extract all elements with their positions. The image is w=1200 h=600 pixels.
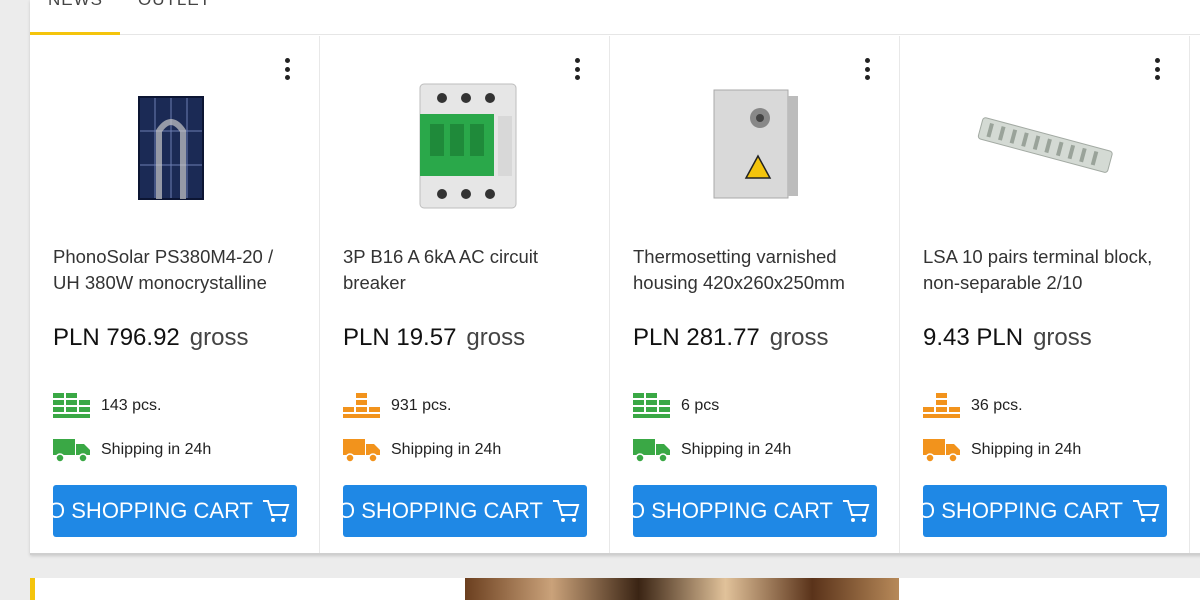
stock-high-icon [633, 393, 670, 418]
product-price: PLN 796.92 gross [53, 324, 248, 352]
tab-outlet[interactable]: OUTLET [138, 0, 211, 10]
add-to-cart-label: ADD TO SHOPPING CART [343, 498, 543, 523]
stock-label: 931 pcs. [391, 397, 452, 414]
shipping-info: Shipping in 24h [633, 436, 791, 464]
shipping-label: Shipping in 24h [391, 441, 502, 458]
product-price: PLN 19.57 gross [343, 324, 525, 352]
shopping-cart-icon [843, 500, 870, 522]
shopping-cart-icon [1133, 500, 1160, 522]
more-options-icon[interactable] [857, 56, 877, 82]
product-title[interactable]: 3P B16 A 6kA AC circuit breaker [343, 244, 593, 296]
stock-info: 6 pcs [633, 392, 719, 420]
more-options-icon[interactable] [1147, 56, 1167, 82]
add-to-cart-label: ADD TO SHOPPING CART [53, 498, 253, 523]
delivery-truck-icon [923, 439, 960, 463]
product-image-solar-panel[interactable] [80, 76, 270, 216]
banner-image[interactable] [465, 578, 899, 600]
stock-info: 931 pcs. [343, 392, 451, 420]
stock-label: 6 pcs [681, 397, 720, 414]
add-to-cart-label: ADD TO SHOPPING CART [633, 498, 833, 523]
tab-news[interactable]: NEWS [48, 0, 103, 10]
stock-info: 36 pcs. [923, 392, 1023, 420]
shopping-cart-icon [553, 500, 580, 522]
add-to-cart-button[interactable]: ADD TO SHOPPING CART [923, 485, 1167, 537]
stock-label: 36 pcs. [971, 397, 1023, 414]
product-image-electrical-housing[interactable] [660, 76, 850, 216]
product-card[interactable]: LSA 10 pairs terminal block, non-separab… [900, 36, 1190, 553]
product-title[interactable]: Thermosetting varnished housing 420x260x… [633, 244, 883, 296]
price-suffix: gross [466, 324, 526, 351]
product-title[interactable]: PhonoSolar PS380M4-20 / UH 380W monocrys… [53, 244, 303, 296]
stock-low-icon [923, 393, 960, 418]
delivery-truck-icon [343, 439, 380, 463]
stock-high-icon [53, 393, 90, 418]
product-card[interactable]: PhonoSolar PS380M4-20 / UH 380W monocrys… [30, 36, 320, 553]
product-price: 9.43 PLN gross [923, 324, 1092, 352]
shipping-label: Shipping in 24h [971, 441, 1082, 458]
shipping-label: Shipping in 24h [101, 441, 212, 458]
price-value: 9.43 PLN [923, 324, 1024, 351]
delivery-truck-icon [53, 439, 90, 463]
add-to-cart-button[interactable]: ADD TO SHOPPING CART [343, 485, 587, 537]
add-to-cart-button[interactable]: ADD TO SHOPPING CART [633, 485, 877, 537]
add-to-cart-label: ADD TO SHOPPING CART [923, 498, 1123, 523]
stock-info: 143 pcs. [53, 392, 161, 420]
price-value: PLN 796.92 [53, 324, 180, 351]
shipping-info: Shipping in 24h [53, 436, 211, 464]
price-suffix: gross [1033, 324, 1092, 351]
price-suffix: gross [189, 324, 249, 351]
product-image-terminal-block[interactable] [950, 76, 1140, 216]
product-price: PLN 281.77 gross [633, 324, 828, 352]
product-carousel-panel: NEWS OUTLET PhonoSolar PS380M4-20 / UH 3… [30, 0, 1200, 555]
product-card[interactable]: 3P B16 A 6kA AC circuit breaker PLN 19.5… [320, 36, 610, 553]
price-suffix: gross [769, 324, 829, 351]
stock-label: 143 pcs. [101, 397, 162, 414]
more-options-icon[interactable] [567, 56, 587, 82]
product-card[interactable]: Thermosetting varnished housing 420x260x… [610, 36, 900, 553]
price-value: PLN 19.57 [343, 324, 457, 351]
shopping-cart-icon [263, 500, 290, 522]
add-to-cart-button[interactable]: ADD TO SHOPPING CART [53, 485, 297, 537]
product-image-circuit-breaker[interactable] [370, 76, 560, 216]
price-value: PLN 281.77 [633, 324, 760, 351]
section-accent-bar [30, 578, 35, 600]
product-title[interactable]: LSA 10 pairs terminal block, non-separab… [923, 244, 1173, 296]
stock-low-icon [343, 393, 380, 418]
tab-bar: NEWS OUTLET [30, 0, 1200, 35]
shipping-info: Shipping in 24h [343, 436, 501, 464]
active-tab-indicator [30, 32, 120, 35]
delivery-truck-icon [633, 439, 670, 463]
more-options-icon[interactable] [277, 56, 297, 82]
shipping-info: Shipping in 24h [923, 436, 1081, 464]
shipping-label: Shipping in 24h [681, 441, 792, 458]
